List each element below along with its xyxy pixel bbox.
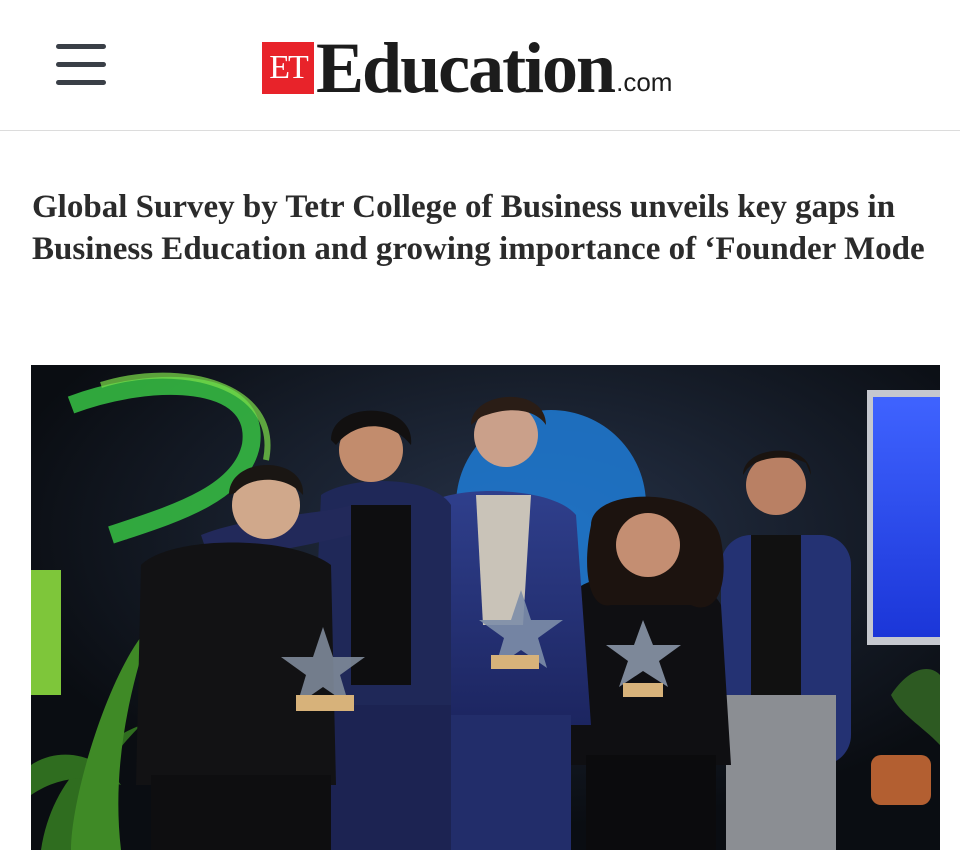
article-headline: Global Survey by Tetr College of Busines… [32, 189, 925, 267]
logo-tld: .com [616, 67, 673, 97]
site-header: ET Education .com [0, 0, 960, 131]
menu-bar [56, 80, 106, 85]
award-group-photo [31, 365, 940, 850]
menu-bar [56, 62, 106, 67]
logo-badge: ET [262, 42, 314, 94]
logo-wordmark: Education [316, 28, 616, 108]
article-hero-image [31, 365, 940, 850]
hamburger-menu-icon[interactable] [56, 44, 106, 86]
menu-bar [56, 44, 106, 49]
site-logo[interactable]: ET Education .com [262, 28, 673, 108]
